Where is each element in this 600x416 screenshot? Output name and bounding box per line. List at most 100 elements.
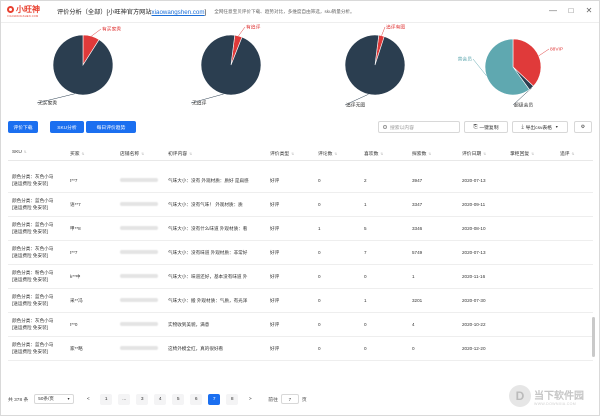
copy-icon: ⎘ (473, 125, 478, 130)
pie-slice[interactable] (52, 34, 114, 96)
shop-name-blurred (120, 322, 158, 326)
sku-tag: [送运费险 免安装] (12, 229, 48, 234)
official-site-link[interactable]: xiaowangshen.com (152, 9, 205, 16)
next-page-button[interactable]: > (244, 394, 256, 405)
page-6[interactable]: 6 (190, 393, 203, 405)
table-row[interactable]: 颜色分类：灰色小马 [送运费险 免安装] t**0 实物收到美貌，满意 好评 0 … (8, 313, 593, 337)
col-date[interactable]: 评价日期 ⇅ (462, 150, 486, 157)
maximize-icon[interactable]: □ (567, 7, 575, 15)
gear-icon: ⚙ (580, 124, 586, 130)
pie-slice[interactable] (200, 34, 262, 96)
page-3[interactable]: 3 (136, 393, 149, 405)
page-1[interactable]: 1 (100, 393, 113, 405)
pagination: 共 378 条 50条/页 ▼ < 1 ... 3 4 5 6 7 8 > 前往 7… (8, 393, 338, 405)
views-cell: 3347 (412, 202, 423, 207)
jump-page-input[interactable]: 7 (280, 394, 299, 404)
page-size-select[interactable]: 50条/页 ▼ (34, 394, 75, 404)
likes-cell: 1 (364, 202, 367, 207)
comments-cell: 0 (318, 178, 321, 183)
shop-name-blurred (120, 274, 158, 278)
prev-page-button[interactable]: < (82, 394, 94, 405)
sort-icon: ⇅ (189, 152, 193, 156)
col-reply-label: 掌柜回复 (510, 152, 530, 157)
jump-label: 前往 (268, 397, 278, 403)
daily-trend-button[interactable]: 每日评价趋势 (86, 121, 136, 133)
settings-button[interactable]: ⚙ (574, 121, 592, 133)
page-5[interactable]: 5 (172, 393, 185, 405)
copy-all-button[interactable]: ⎘ 一键复制 (464, 121, 508, 133)
pie-slice-label: 超级会员 (514, 102, 533, 109)
date-cell: 2020-07-13 (462, 250, 486, 255)
table-row[interactable]: 颜色分类：灰色小马 [送运费险 免安装] t**7 气味大小：没有味道 外观材质：… (8, 241, 593, 265)
shop-name-blurred (120, 298, 158, 302)
table-row[interactable]: 颜色分类：蓝色小马 [送运费险 免安装] 采**冯 气味大小：搬 外观材质：气质，… (8, 289, 593, 313)
page-8[interactable]: 8 (226, 393, 239, 405)
col-content[interactable]: 初评内容 ⇅ (168, 150, 192, 157)
table-row[interactable]: 颜色分类：蓝色小马 [送运费险 免安装] 语**7 气味大小：没有气味！ 外观材质… (8, 193, 593, 217)
pie-svg: 追评有图追评无图 (344, 24, 406, 109)
sku-cell: 颜色分类：蓝色小马 [送运费险 免安装] (12, 197, 53, 211)
copy-label: 一键复制 (479, 125, 499, 131)
toolbar: 评价下载 SKU分析 每日评价趋势 搜索以内容 ⎘ 一键复制 ⤓ 导出csv表格 ▼ … (8, 121, 593, 135)
col-followup-label: 追评 (560, 152, 570, 157)
likes-cell: 0 (364, 346, 367, 351)
col-comments-label: 评论数 (318, 152, 333, 157)
sku-cell: 颜色分类：蓝色小马 [送运费险 免安装] (12, 293, 53, 307)
buyer-cell: 甲**8 (70, 226, 81, 231)
col-sku[interactable]: SKU ⇅ (12, 150, 27, 155)
export-csv-button[interactable]: ⤓ 导出csv表格 ▼ (512, 121, 568, 133)
col-type[interactable]: 评价类型 ⇅ (270, 150, 294, 157)
sku-line: 颜色分类：灰色小马 (12, 318, 54, 323)
page-7-active[interactable]: 7 (208, 393, 221, 405)
pie-leader-line (381, 26, 386, 36)
minimize-icon[interactable]: — (549, 7, 557, 15)
col-views[interactable]: 探索数 ⇅ (412, 150, 431, 157)
sku-cell: 颜色分类：灰色小马 [送运费险 免安装] (12, 245, 53, 259)
sort-icon: ⇅ (81, 152, 85, 156)
sku-line: 颜色分类：粉色小马 (12, 270, 54, 275)
table-row[interactable]: 颜色分类：灰色小马 [送运费险 免安装] t**7 气味大小：没有 外观材质：质好… (8, 169, 593, 193)
app-window: 小旺神 XIAOWANGSHEN.COM 评价分析（全部）[小旺神官方网站xia… (0, 0, 600, 416)
col-sku-label: SKU (12, 150, 22, 155)
date-cell: 2020-07-13 (462, 178, 486, 183)
chevron-down-icon: ▼ (66, 397, 71, 401)
site-watermark: D 当下软件园 WWW.DOWNXIA.COM (509, 381, 597, 411)
pie-svg: 有买家秀无买家秀 (36, 26, 121, 107)
col-date-label: 评价日期 (462, 152, 482, 157)
pie-leader-line (538, 48, 550, 57)
table-row[interactable]: 颜色分类：蓝色小马 [送运费险 免安装] 家**略 这椅外模全红，真的很好看 好评… (8, 337, 593, 361)
sort-icon: ⇅ (141, 152, 145, 156)
shop-name-blurred (120, 250, 158, 254)
search-input[interactable]: 搜索以内容 (378, 121, 460, 133)
pie-slice-label: 无追评 (192, 100, 207, 107)
pie-chart-membership: 88VIP 超级会员 普会员 (458, 25, 593, 113)
col-reply[interactable]: 掌柜回复 ⇅ (510, 150, 534, 157)
chevron-down-icon: ▼ (554, 125, 559, 129)
sku-analysis-button[interactable]: SKU分析 (50, 121, 84, 133)
total-count: 共 378 条 (8, 397, 29, 403)
table-row[interactable]: 颜色分类：粉色小马 [送运费险 免安装] k**中 气味大小：味道还好，基本没有味… (8, 265, 593, 289)
sku-line: 颜色分类：蓝色小马 (12, 198, 54, 203)
close-icon[interactable]: ✕ (585, 7, 593, 15)
sku-tag: [送运费险 免安装] (12, 325, 48, 330)
col-buyer[interactable]: 买家 ⇅ (70, 150, 84, 157)
likes-cell: 7 (364, 250, 367, 255)
content-cell: 实物收到美貌，满意 (168, 322, 210, 327)
col-comments[interactable]: 评论数 ⇅ (318, 150, 337, 157)
type-cell: 好评 (270, 226, 280, 231)
col-likes[interactable]: 喜欢数 ⇅ (364, 150, 383, 157)
col-shop[interactable]: 店铺名称 ⇅ (120, 150, 144, 157)
col-followup[interactable]: 追评 ⇅ (560, 150, 574, 157)
table-scrollbar[interactable] (592, 317, 595, 357)
buyer-cell: t**7 (70, 178, 78, 183)
pie-slice[interactable] (344, 34, 406, 96)
pie-slice-label: 无买家秀 (38, 100, 57, 107)
date-cell: 2020-09-11 (462, 202, 486, 207)
comments-cell: 0 (318, 298, 321, 303)
comments-cell: 0 (318, 322, 321, 327)
page-ellipsis[interactable]: ... (118, 393, 131, 405)
buyer-cell: 采**冯 (70, 298, 83, 303)
review-download-button[interactable]: 评价下载 (8, 121, 38, 133)
table-row[interactable]: 颜色分类：蓝色小马 [送运费险 免安装] 甲**8 气味大小：没有什么味道 外观材… (8, 217, 593, 241)
page-4[interactable]: 4 (154, 393, 167, 405)
